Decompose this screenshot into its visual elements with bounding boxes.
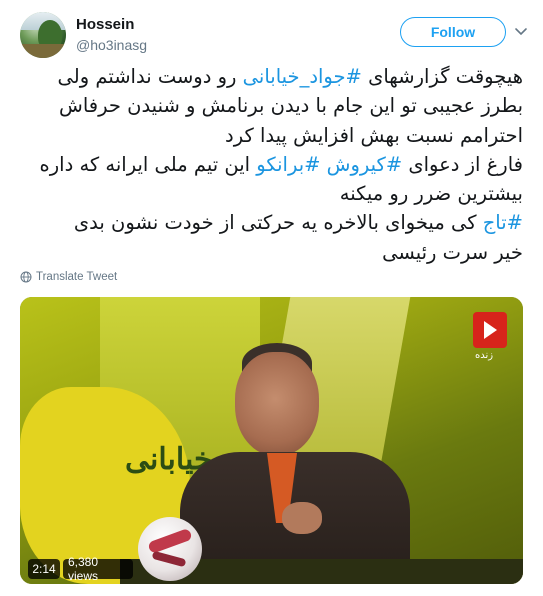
hashtag-link[interactable]: #جواد_خیابانی — [243, 65, 362, 88]
tweet-text: هیچوقت گزارشهای #جواد_خیابانی رو دوست ند… — [20, 62, 523, 267]
tweet-text-line: خیر سرت رئیسی — [20, 238, 523, 267]
globe-icon — [20, 271, 32, 283]
tweet-text-segment: کی میخوای بالاخره یه حرکتی از خودت نشون … — [73, 211, 483, 235]
channel-logo-icon — [473, 312, 507, 348]
presenter-head — [235, 352, 319, 456]
avatar-ground — [20, 44, 66, 58]
tweet-text-segment: احترامم نسبت بهش افزایش پیدا کرد — [225, 123, 523, 147]
tweet-text-segment: رو دوست نداشتم ولی — [57, 65, 243, 88]
avatar[interactable] — [20, 12, 66, 58]
video-player[interactable]: خیابانی زنده 2:14 6,380 views — [20, 297, 523, 584]
hashtag-link[interactable]: #تاج — [483, 211, 523, 234]
tweet-text-segment: این تیم ملی ایرانه که داره — [39, 152, 257, 176]
follow-button[interactable]: Follow — [400, 17, 506, 47]
tweet-text-segment: بطرز عجیبی تو این جام با دیدن برنامش و ش… — [59, 94, 523, 118]
tweet-text-line: #تاج کی میخوای بالاخره یه حرکتی از خودت … — [20, 208, 523, 237]
tweet-text-segment: خیر سرت رئیسی — [382, 240, 523, 264]
channel-logo-text: زنده — [475, 350, 494, 361]
football — [138, 517, 202, 581]
presenter-hand — [282, 502, 322, 534]
user-name[interactable]: Hossein — [76, 16, 134, 33]
tweet-text-line: هیچوقت گزارشهای #جواد_خیابانی رو دوست ند… — [20, 62, 523, 91]
chevron-down-icon[interactable] — [514, 24, 528, 38]
tweet-text-segment: بیشترین ضرر رو میکنه — [339, 182, 523, 206]
translate-tweet-link[interactable]: Translate Tweet — [20, 271, 117, 283]
video-duration: 2:14 — [28, 559, 60, 579]
user-handle[interactable]: @ho3inasg — [76, 37, 147, 53]
tweet-text-segment: فارغ از دعوای — [402, 152, 523, 176]
tweet-text-line: بیشترین ضرر رو میکنه — [20, 179, 523, 208]
tweet-header: Hossein @ho3inasg Follow — [20, 10, 530, 58]
video-views: 6,380 views — [63, 555, 133, 583]
tweet-text-segment: هیچوقت گزارشهای — [361, 65, 523, 88]
hashtag-link[interactable]: #برانکو — [256, 153, 320, 176]
tweet-text-line: فارغ از دعوای #کیروش #برانکو این تیم ملی… — [20, 150, 523, 179]
tweet-text-line: بطرز عجیبی تو این جام با دیدن برنامش و ش… — [20, 91, 523, 120]
translate-label: Translate Tweet — [36, 271, 118, 283]
hashtag-link[interactable]: #کیروش — [327, 153, 403, 176]
tweet-text-line: احترامم نسبت بهش افزایش پیدا کرد — [20, 121, 523, 150]
